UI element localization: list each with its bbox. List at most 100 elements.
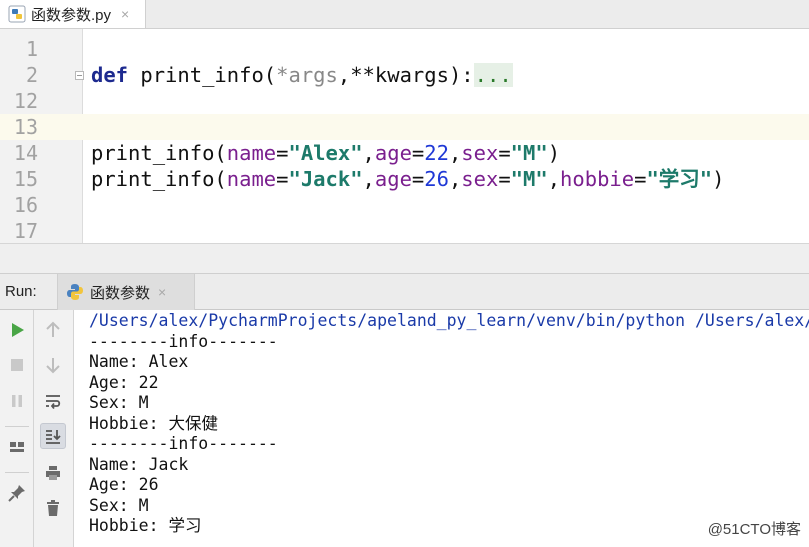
paren-close: ) [547, 141, 561, 165]
comma: , [448, 167, 462, 191]
run-console-output[interactable]: /Users/alex/PycharmProjects/apeland_py_l… [89, 310, 809, 547]
string-literal: "M" [510, 167, 548, 191]
watermark: @51CTO博客 [707, 521, 801, 538]
equals: = [276, 141, 289, 165]
python-file-icon [8, 5, 26, 23]
code-line-13-current: 13 [0, 114, 809, 140]
operator: ** [350, 63, 375, 87]
pause-icon[interactable] [4, 388, 30, 414]
equals: = [411, 167, 425, 191]
run-config-tab[interactable]: 函数参数 × [57, 274, 195, 310]
panel-splitter[interactable] [0, 243, 809, 274]
folded-region[interactable]: ... [473, 63, 513, 87]
play-icon[interactable] [4, 317, 30, 343]
run-tool-window-header: Run: 函数参数 × [0, 274, 809, 310]
kwarg-name: age [374, 167, 412, 191]
code-line-12: 12 [0, 88, 809, 114]
toolbar-divider [5, 426, 29, 427]
line-number: 16 [13, 193, 38, 217]
comma: , [448, 141, 462, 165]
kwarg-name: name [226, 167, 277, 191]
code-line-15: 15 print_info(name="Jack",age=26,sex="M"… [0, 166, 809, 192]
code-line-2: 2 def print_info(*args,**kwargs):... [0, 62, 809, 88]
kwarg-name: age [374, 141, 412, 165]
fold-toggle-icon[interactable] [75, 71, 84, 80]
comma: , [362, 141, 375, 165]
line-number: 12 [13, 89, 38, 113]
code-line-14: 14 print_info(name="Alex",age=22,sex="M"… [0, 140, 809, 166]
code-text: print_info(name="Alex",age=22,sex="M") [91, 140, 560, 166]
pin-icon[interactable] [4, 480, 30, 506]
console-line: Sex: M [89, 495, 149, 515]
code-text: def print_info(*args,**kwargs):... [91, 62, 513, 88]
comma: , [362, 167, 375, 191]
operator: * [276, 63, 289, 87]
line-number: 2 [25, 63, 38, 87]
line-number: 14 [13, 141, 38, 165]
line-number: 13 [13, 115, 38, 139]
run-label: Run: [5, 283, 37, 300]
number-literal: 22 [424, 141, 449, 165]
console-line: Age: 26 [89, 475, 159, 494]
soft-wrap-icon[interactable] [40, 388, 66, 414]
equals: = [411, 141, 425, 165]
kwarg-name: sex [461, 141, 499, 165]
toolbar-divider [5, 472, 29, 473]
paren-close: ) [712, 167, 725, 191]
up-arrow-icon[interactable] [40, 317, 66, 343]
line-number: 15 [13, 167, 38, 191]
editor-file-tab-label: 函数参数.py [31, 6, 112, 24]
trash-icon[interactable] [40, 495, 66, 521]
console-line: Name: Jack [89, 454, 189, 474]
function-call: print_info( [91, 141, 227, 165]
console-command-line[interactable]: /Users/alex/PycharmProjects/apeland_py_l… [89, 310, 809, 331]
kwarg-name: name [226, 141, 277, 165]
code-line-16: 16 [0, 192, 809, 218]
stop-icon[interactable] [4, 352, 30, 378]
code-line-1: 1 [0, 36, 809, 62]
string-literal: "学习" [646, 167, 713, 191]
console-line: Hobbie: 学习 [89, 516, 202, 535]
scroll-to-end-icon[interactable] [40, 423, 66, 449]
layout-icon[interactable] [4, 434, 30, 460]
code-text: print_info(name="Jack",age=26,sex="M",ho… [91, 166, 724, 192]
number-literal: 26 [424, 167, 449, 191]
param-kwargs: kwargs [374, 63, 449, 87]
kwarg-name: sex [461, 167, 499, 191]
run-config-tab-label: 函数参数 [90, 284, 151, 302]
equals: = [498, 141, 511, 165]
line-number: 17 [13, 219, 38, 243]
equals: = [276, 167, 289, 191]
equals: = [498, 167, 511, 191]
editor-tab-bar: 函数参数.py × [0, 0, 809, 29]
param-args: args [288, 63, 338, 87]
console-line: Age: 22 [89, 372, 159, 392]
run-toolbar-secondary [34, 310, 74, 547]
kwarg-name: hobbie [560, 167, 635, 191]
print-icon[interactable] [40, 460, 66, 486]
console-line: Hobbie: 大保健 [89, 413, 218, 433]
python-config-icon [66, 283, 84, 301]
function-name: print_info( [128, 63, 277, 87]
console-line: Name: Alex [89, 352, 189, 371]
comma: , [547, 167, 561, 191]
comma: , [337, 63, 351, 87]
string-literal: "Jack" [288, 167, 363, 191]
paren-close: ): [448, 63, 474, 87]
run-toolbar-primary [0, 310, 34, 547]
close-icon[interactable]: × [158, 284, 166, 300]
function-call: print_info( [91, 167, 227, 191]
code-editor[interactable]: 1 2 def print_info(*args,**kwargs):... 1… [0, 29, 809, 243]
line-number: 1 [25, 37, 38, 61]
console-line: --------info------- [89, 434, 278, 453]
down-arrow-icon[interactable] [40, 352, 66, 378]
console-line: Sex: M [89, 393, 149, 412]
string-literal: "Alex" [288, 141, 363, 165]
close-icon[interactable]: × [121, 6, 129, 22]
equals: = [634, 167, 647, 191]
code-line-17: 17 [0, 218, 809, 243]
editor-file-tab[interactable]: 函数参数.py × [0, 0, 146, 28]
console-line: --------info------- [89, 331, 278, 351]
keyword-def: def [91, 63, 129, 87]
string-literal: "M" [510, 141, 548, 165]
